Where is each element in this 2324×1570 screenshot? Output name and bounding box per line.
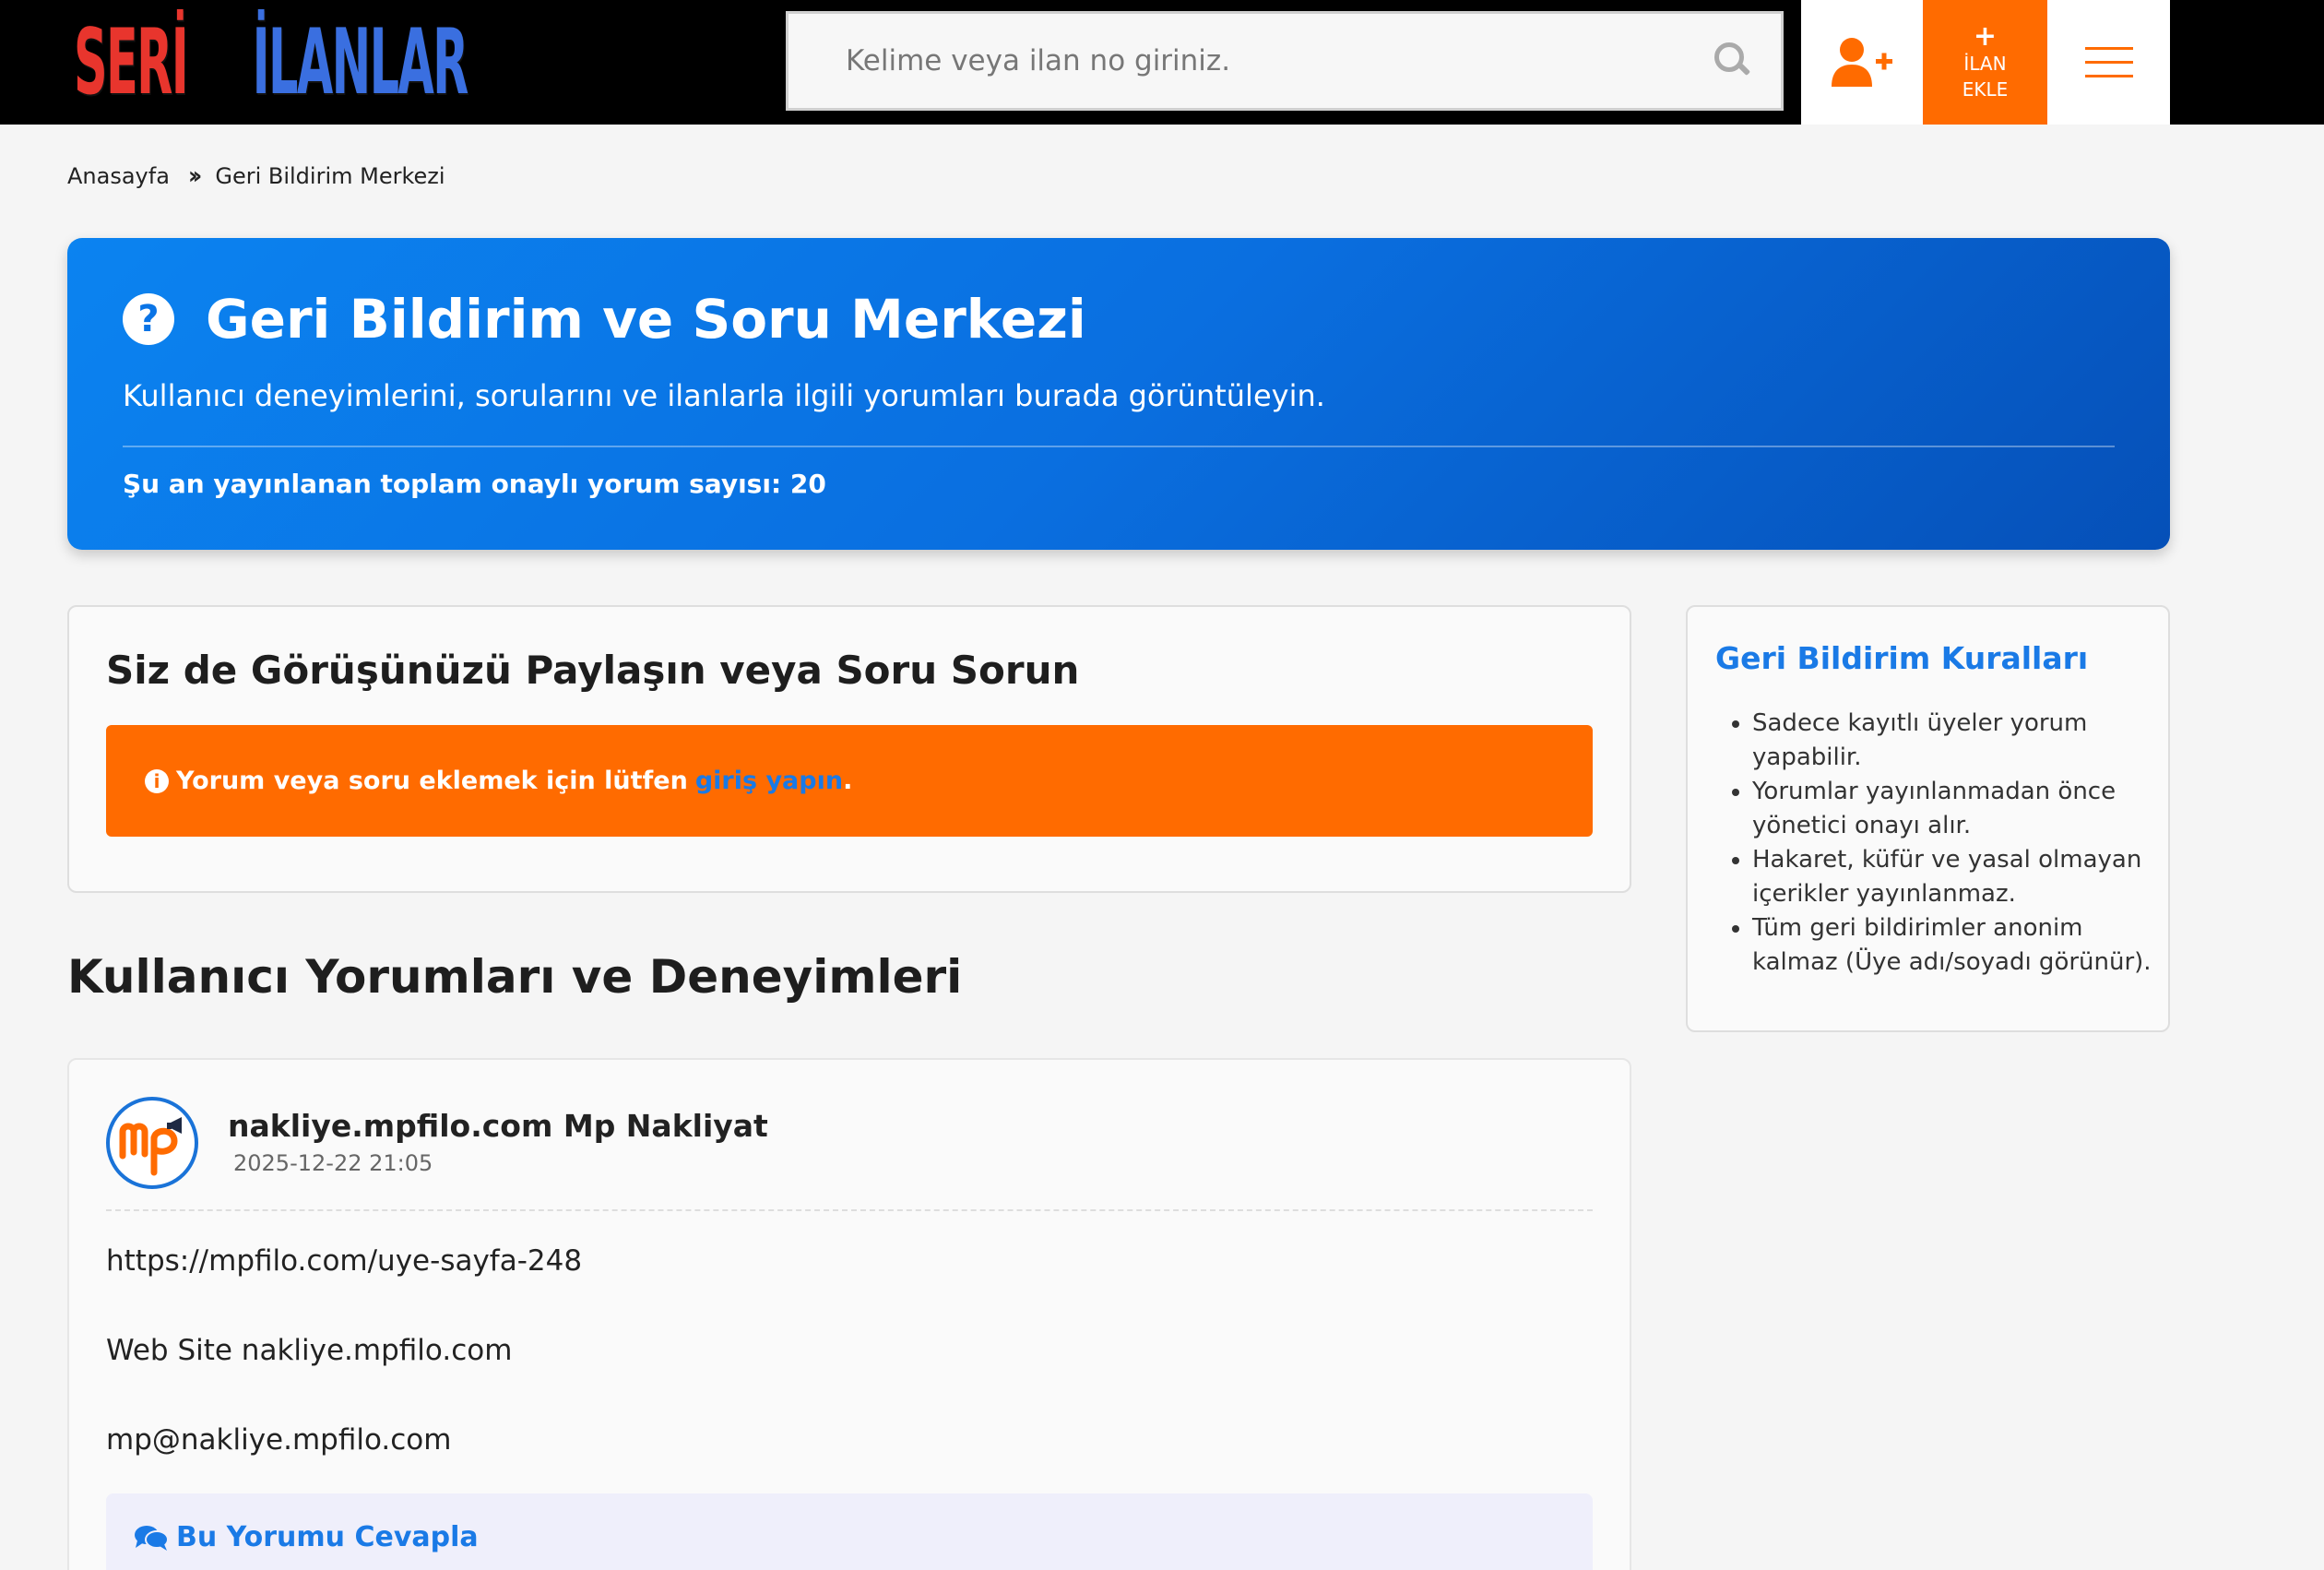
menu-button[interactable] bbox=[2047, 0, 2170, 125]
site-logo[interactable]: SERİ İLANLAR bbox=[74, 9, 736, 115]
feedback-rules-card: Geri Bildirim Kuralları Sadece kayıtlı ü… bbox=[1686, 605, 2170, 1032]
rule-item: Yorumlar yayınlanmadan önce yönetici ona… bbox=[1752, 775, 2158, 843]
add-listing-line2: EKLE bbox=[1962, 77, 2009, 101]
comment-divider bbox=[106, 1209, 1593, 1211]
double-chevron-right-icon: ›› bbox=[187, 162, 203, 190]
reply-box: Bu Yorumu Cevapla bbox=[106, 1493, 1593, 1570]
approved-comment-count: Şu an yayınlanan toplam onaylı yorum say… bbox=[123, 469, 826, 499]
login-required-alert: i Yorum veya soru eklemek için lütfen gi… bbox=[106, 725, 1593, 837]
avatar bbox=[106, 1097, 198, 1189]
search-box bbox=[786, 11, 1784, 111]
comment-line-website: Web Site nakliye.mpfilo.com bbox=[106, 1334, 513, 1367]
page-title: Geri Bildirim ve Soru Merkezi bbox=[206, 288, 1086, 351]
logo-part-2: İLANLAR bbox=[252, 9, 468, 115]
comment-line-email: mp@nakliye.mpfilo.com bbox=[106, 1423, 452, 1457]
search-input[interactable] bbox=[788, 14, 1705, 108]
hero-divider bbox=[123, 446, 2115, 447]
add-listing-button[interactable]: + İLAN EKLE bbox=[1923, 0, 2047, 125]
register-button[interactable] bbox=[1801, 0, 1923, 125]
breadcrumb-current: Geri Bildirim Merkezi bbox=[215, 163, 445, 189]
user-plus-icon bbox=[1832, 37, 1892, 87]
reply-button[interactable]: Bu Yorumu Cevapla bbox=[134, 1521, 479, 1553]
breadcrumb-home-link[interactable]: Anasayfa bbox=[67, 163, 170, 189]
breadcrumb: Anasayfa ›› Geri Bildirim Merkezi bbox=[67, 162, 445, 190]
hero-banner: ? Geri Bildirim ve Soru Merkezi Kullanıc… bbox=[67, 238, 2170, 550]
comment-line-url: https://mpfilo.com/uye-sayfa-248 bbox=[106, 1244, 583, 1278]
rule-item: Tüm geri bildirimler anonim kalmaz (Üye … bbox=[1752, 911, 2158, 980]
rules-title: Geri Bildirim Kuralları bbox=[1715, 640, 2089, 676]
comment-author: nakliye.mpfilo.com Mp Nakliyat bbox=[228, 1108, 768, 1144]
hamburger-icon bbox=[2084, 47, 2133, 50]
hamburger-icon-line bbox=[2084, 61, 2133, 64]
question-circle-icon: ? bbox=[123, 293, 174, 345]
alert-end: . bbox=[843, 767, 853, 795]
comments-section-title: Kullanıcı Yorumları ve Deneyimleri bbox=[67, 950, 963, 1004]
info-circle-icon: i bbox=[145, 768, 169, 793]
rules-list: Sadece kayıtlı üyeler yorum yapabilir. Y… bbox=[1752, 707, 2158, 980]
comment-date: 2025-12-22 21:05 bbox=[233, 1150, 433, 1176]
search-icon[interactable] bbox=[1705, 33, 1761, 89]
comment-card: nakliye.mpfilo.com Mp Nakliyat 2025-12-2… bbox=[67, 1058, 1631, 1570]
plus-icon: + bbox=[1973, 19, 1998, 53]
login-link[interactable]: giriş yapın bbox=[695, 767, 843, 795]
hamburger-icon-line bbox=[2084, 75, 2133, 77]
add-listing-line1: İLAN bbox=[1963, 52, 2007, 75]
alert-text: Yorum veya soru eklemek için lütfen bbox=[176, 767, 688, 795]
share-card-title: Siz de Görüşünüzü Paylaşın veya Soru Sor… bbox=[106, 648, 1080, 693]
reply-label: Bu Yorumu Cevapla bbox=[176, 1521, 479, 1553]
mp-logo-icon bbox=[119, 1117, 182, 1176]
rule-item: Sadece kayıtlı üyeler yorum yapabilir. bbox=[1752, 707, 2158, 775]
top-navbar: SERİ İLANLAR + İLAN EKLE bbox=[0, 0, 2324, 125]
logo-part-1: SERİ bbox=[74, 9, 189, 115]
comments-icon bbox=[135, 1525, 169, 1551]
share-opinion-card: Siz de Görüşünüzü Paylaşın veya Soru Sor… bbox=[67, 605, 1631, 893]
hero-subtitle: Kullanıcı deneyimlerini, sorularını ve i… bbox=[123, 378, 1325, 413]
hero-title-row: ? Geri Bildirim ve Soru Merkezi bbox=[123, 288, 1086, 351]
rule-item: Hakaret, küfür ve yasal olmayan içerikle… bbox=[1752, 843, 2158, 911]
